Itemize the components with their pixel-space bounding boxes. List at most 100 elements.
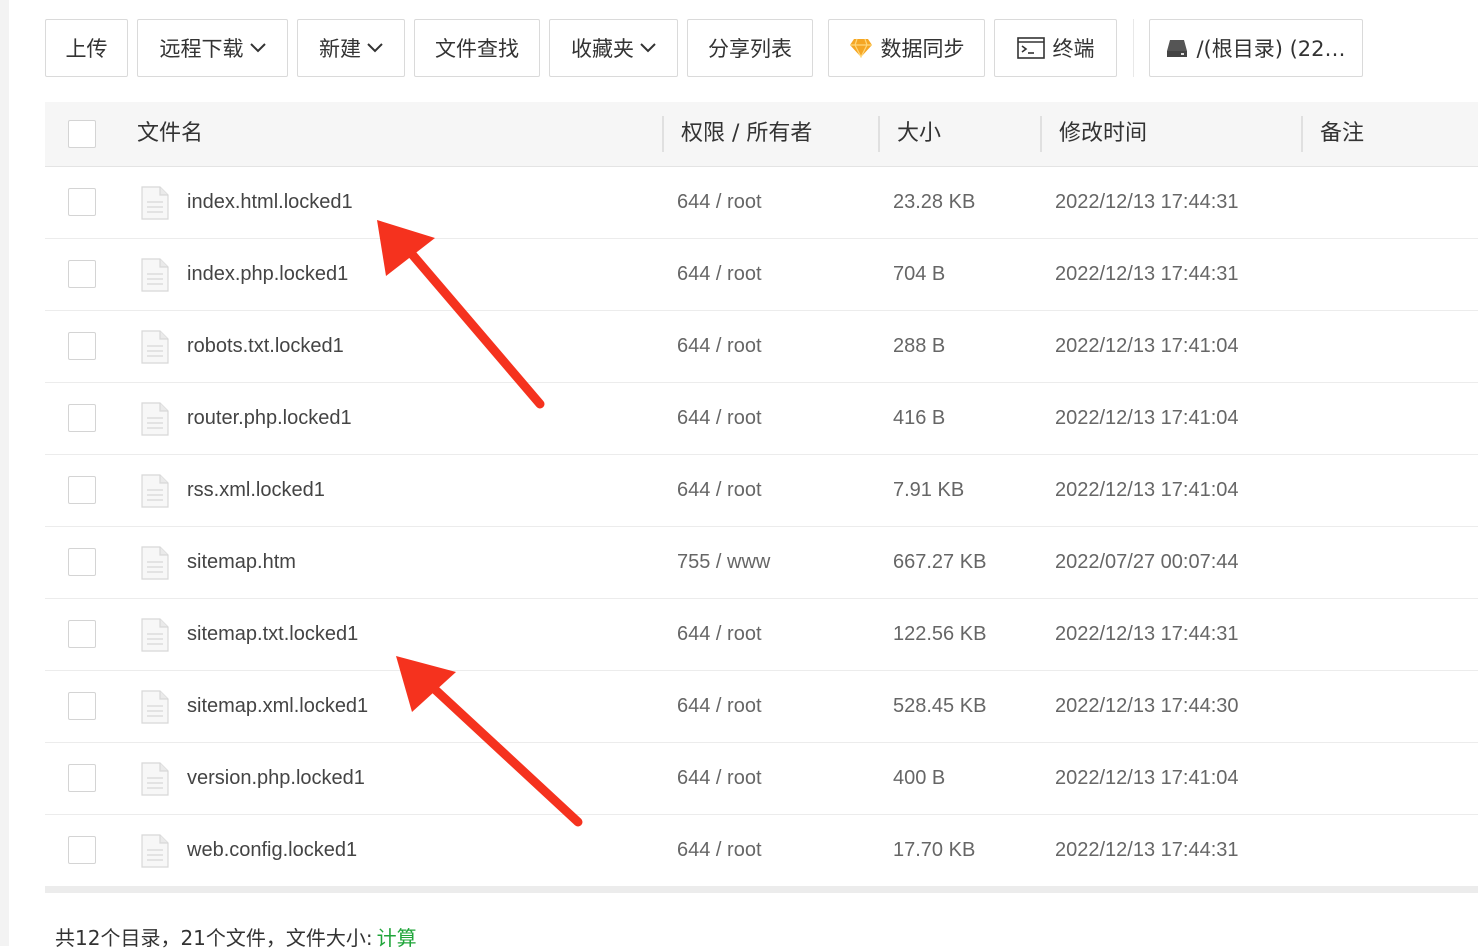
- header-note: 备注: [1320, 121, 1365, 146]
- file-icon: [141, 834, 169, 873]
- file-name[interactable]: rss.xml.locked1: [187, 455, 325, 526]
- file-permission[interactable]: 644 / root: [677, 671, 762, 742]
- left-edge-strip: [0, 0, 9, 946]
- chevron-down-icon: [640, 43, 656, 53]
- file-permission[interactable]: 644 / root: [677, 455, 762, 526]
- table-bottom-bar: [45, 887, 1478, 893]
- favorites-button[interactable]: 收藏夹: [549, 19, 678, 77]
- row-checkbox[interactable]: [68, 836, 96, 864]
- file-name[interactable]: index.php.locked1: [187, 239, 348, 310]
- table-row[interactable]: index.php.locked1 644 / root 704 B 2022/12/…: [45, 239, 1478, 311]
- table-row[interactable]: robots.txt.locked1 644 / root 288 B 2022/12…: [45, 311, 1478, 383]
- file-icon: [141, 690, 169, 729]
- row-checkbox[interactable]: [68, 188, 96, 216]
- file-size: 704 B: [893, 263, 946, 285]
- upload-label: 上传: [65, 37, 108, 61]
- header-size[interactable]: 大小: [897, 102, 941, 166]
- table-row[interactable]: version.php.locked1 644 / root 400 B 2022/1…: [45, 743, 1478, 815]
- new-button[interactable]: 新建: [297, 19, 405, 77]
- new-label: 新建: [319, 37, 361, 61]
- file-size: 288 B: [893, 335, 946, 357]
- file-icon: [141, 474, 169, 513]
- row-checkbox[interactable]: [68, 620, 96, 648]
- file-icon: [141, 330, 169, 369]
- file-name[interactable]: robots.txt.locked1: [187, 311, 344, 382]
- file-table: 文件名 权限 / 所有者 大小 修改时间 备注 index.html.locke…: [45, 102, 1478, 893]
- file-name[interactable]: router.php.locked1: [187, 383, 352, 454]
- remote-download-button[interactable]: 远程下载: [137, 19, 288, 77]
- disk-icon: [1166, 38, 1188, 58]
- file-name[interactable]: index.html.locked1: [187, 167, 353, 238]
- row-checkbox[interactable]: [68, 476, 96, 504]
- file-permission[interactable]: 644 / root: [677, 311, 762, 382]
- file-permission[interactable]: 755 / www: [677, 527, 770, 598]
- upload-button[interactable]: 上传: [45, 19, 128, 77]
- row-checkbox[interactable]: [68, 332, 96, 360]
- file-size: 528.45 KB: [893, 695, 987, 717]
- file-modified-time: 2022/12/13 17:41:04: [1055, 335, 1239, 357]
- file-size: 122.56 KB: [893, 623, 987, 645]
- file-icon: [141, 762, 169, 801]
- column-divider: [878, 116, 880, 152]
- file-size: 23.28 KB: [893, 191, 976, 213]
- file-search-button[interactable]: 文件查找: [414, 19, 540, 77]
- file-size: 17.70 KB: [893, 839, 976, 861]
- table-row[interactable]: sitemap.xml.locked1 644 / root 528.45 KB 20…: [45, 671, 1478, 743]
- terminal-icon: [1016, 37, 1045, 59]
- table-row[interactable]: sitemap.txt.locked1 644 / root 122.56 KB 20…: [45, 599, 1478, 671]
- column-divider: [1040, 116, 1042, 152]
- root-dir-button[interactable]: /(根目录) (22…: [1149, 19, 1363, 77]
- file-icon: [141, 258, 169, 297]
- file-icon: [141, 546, 169, 585]
- file-permission[interactable]: 644 / root: [677, 239, 762, 310]
- file-permission[interactable]: 644 / root: [677, 599, 762, 670]
- file-name[interactable]: web.config.locked1: [187, 815, 357, 886]
- row-checkbox[interactable]: [68, 404, 96, 432]
- file-icon: [141, 402, 169, 441]
- terminal-label: 终端: [1052, 37, 1095, 61]
- header-permission[interactable]: 权限 / 所有者: [681, 102, 812, 166]
- table-body: index.html.locked1 644 / root 23.28 KB 2022…: [45, 167, 1478, 887]
- file-name[interactable]: version.php.locked1: [187, 743, 365, 814]
- table-header: 文件名 权限 / 所有者 大小 修改时间 备注: [45, 102, 1478, 167]
- header-modified-time[interactable]: 修改时间: [1059, 102, 1147, 166]
- share-list-button[interactable]: 分享列表: [687, 19, 813, 77]
- file-modified-time: 2022/12/13 17:44:30: [1055, 695, 1239, 717]
- file-name[interactable]: sitemap.htm: [187, 527, 296, 598]
- data-sync-button[interactable]: 数据同步: [828, 19, 985, 77]
- file-permission[interactable]: 644 / root: [677, 815, 762, 886]
- row-checkbox[interactable]: [68, 692, 96, 720]
- footer-summary: 共12个目录，21个文件，文件大小: 计算: [55, 922, 417, 951]
- table-row[interactable]: sitemap.htm 755 / www 667.27 KB 2022/07/27 …: [45, 527, 1478, 599]
- file-permission[interactable]: 644 / root: [677, 167, 762, 238]
- file-icon: [141, 186, 169, 225]
- file-name[interactable]: sitemap.xml.locked1: [187, 671, 368, 742]
- file-modified-time: 2022/12/13 17:44:31: [1055, 839, 1239, 861]
- file-name[interactable]: sitemap.txt.locked1: [187, 599, 358, 670]
- column-divider: [662, 116, 664, 152]
- table-row[interactable]: index.html.locked1 644 / root 23.28 KB 2022…: [45, 167, 1478, 239]
- file-size: 7.91 KB: [893, 479, 965, 501]
- file-modified-time: 2022/12/13 17:44:31: [1055, 263, 1239, 285]
- file-search-label: 文件查找: [435, 37, 519, 61]
- select-all-checkbox[interactable]: [68, 120, 96, 148]
- file-size: 400 B: [893, 767, 946, 789]
- terminal-button[interactable]: 终端: [994, 19, 1117, 77]
- toolbar-divider: [1133, 19, 1134, 77]
- table-row[interactable]: web.config.locked1 644 / root 17.70 KB 2022…: [45, 815, 1478, 887]
- file-modified-time: 2022/12/13 17:44:31: [1055, 191, 1239, 213]
- row-checkbox[interactable]: [68, 764, 96, 792]
- row-checkbox[interactable]: [68, 548, 96, 576]
- table-row[interactable]: router.php.locked1 644 / root 416 B 2022/12…: [45, 383, 1478, 455]
- file-permission[interactable]: 644 / root: [677, 383, 762, 454]
- file-modified-time: 2022/12/13 17:41:04: [1055, 479, 1239, 501]
- chevron-down-icon: [249, 43, 266, 53]
- header-filename[interactable]: 文件名: [137, 102, 203, 166]
- file-size: 667.27 KB: [893, 551, 987, 573]
- root-dir-label: /(根目录) (22…: [1196, 37, 1346, 61]
- share-list-label: 分享列表: [708, 37, 792, 61]
- row-checkbox[interactable]: [68, 260, 96, 288]
- calculate-size-link[interactable]: 计算: [377, 926, 417, 950]
- table-row[interactable]: rss.xml.locked1 644 / root 7.91 KB 2022/12/…: [45, 455, 1478, 527]
- file-permission[interactable]: 644 / root: [677, 743, 762, 814]
